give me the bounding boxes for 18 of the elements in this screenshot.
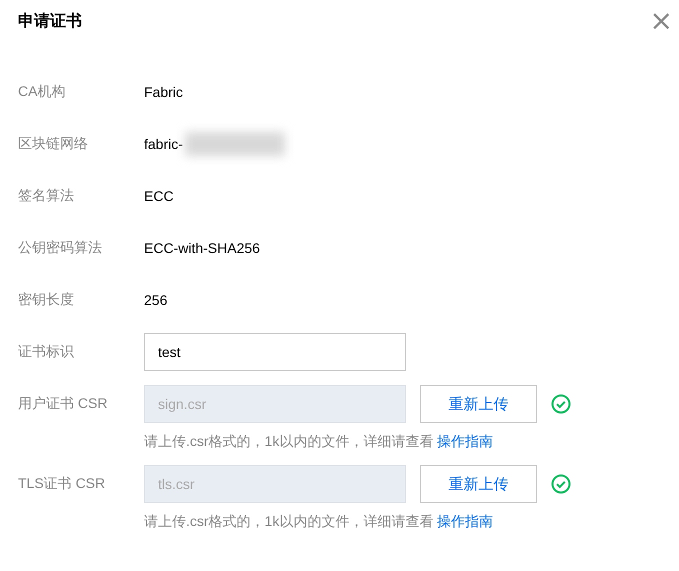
field-label: 签名算法: [18, 187, 75, 205]
field-label: 公钥密码算法: [18, 239, 103, 257]
hint-text: 请上传.csr格式的，1k以内的文件，详细请查看: [144, 433, 434, 449]
hint-text: 请上传.csr格式的，1k以内的文件，详细请查看: [144, 513, 434, 529]
close-icon[interactable]: ×: [650, 7, 673, 35]
field-value: Fabric: [144, 84, 183, 100]
field-label: TLS证书 CSR: [18, 475, 106, 493]
input-field[interactable]: test: [144, 333, 406, 371]
field-value: ECC: [144, 188, 174, 204]
field-label: CA机构: [18, 83, 66, 101]
field-label: 用户证书 CSR: [18, 395, 108, 413]
field-label: 证书标识: [18, 343, 75, 361]
field-value: 256: [144, 292, 168, 308]
field-value: ECC-with-SHA256: [144, 240, 260, 256]
field-label: 密钥长度: [18, 291, 75, 309]
field-value: fabric-: [144, 136, 183, 152]
dialog-title: 申请证书: [18, 12, 82, 32]
field-label: 区块链网络: [18, 135, 89, 153]
